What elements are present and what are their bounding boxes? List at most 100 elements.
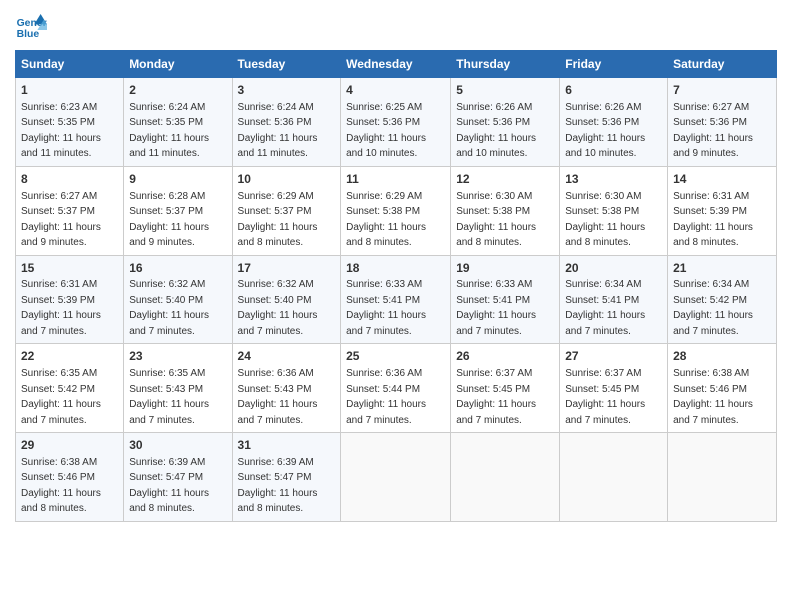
calendar-cell: 22 Sunrise: 6:35 AMSunset: 5:42 PMDaylig… [16,344,124,433]
day-number: 15 [21,260,118,277]
calendar-cell: 9 Sunrise: 6:28 AMSunset: 5:37 PMDayligh… [124,166,232,255]
day-detail: Sunrise: 6:35 AMSunset: 5:42 PMDaylight:… [21,368,101,426]
day-number: 26 [456,348,554,365]
calendar-cell: 2 Sunrise: 6:24 AMSunset: 5:35 PMDayligh… [124,78,232,167]
day-detail: Sunrise: 6:39 AMSunset: 5:47 PMDaylight:… [129,457,209,515]
calendar-cell: 12 Sunrise: 6:30 AMSunset: 5:38 PMDaylig… [451,166,560,255]
calendar-cell: 13 Sunrise: 6:30 AMSunset: 5:38 PMDaylig… [560,166,668,255]
calendar-cell: 8 Sunrise: 6:27 AMSunset: 5:37 PMDayligh… [16,166,124,255]
calendar-cell: 28 Sunrise: 6:38 AMSunset: 5:46 PMDaylig… [668,344,777,433]
header-friday: Friday [560,51,668,78]
day-number: 5 [456,82,554,99]
calendar-cell: 19 Sunrise: 6:33 AMSunset: 5:41 PMDaylig… [451,255,560,344]
calendar-header-row: SundayMondayTuesdayWednesdayThursdayFrid… [16,51,777,78]
calendar-cell: 23 Sunrise: 6:35 AMSunset: 5:43 PMDaylig… [124,344,232,433]
header-wednesday: Wednesday [341,51,451,78]
day-number: 24 [238,348,336,365]
day-detail: Sunrise: 6:32 AMSunset: 5:40 PMDaylight:… [129,279,209,337]
svg-text:Blue: Blue [17,29,40,40]
header-monday: Monday [124,51,232,78]
day-number: 4 [346,82,445,99]
day-detail: Sunrise: 6:25 AMSunset: 5:36 PMDaylight:… [346,102,426,160]
day-number: 8 [21,171,118,188]
header-saturday: Saturday [668,51,777,78]
calendar-table: SundayMondayTuesdayWednesdayThursdayFrid… [15,50,777,522]
calendar-week-3: 15 Sunrise: 6:31 AMSunset: 5:39 PMDaylig… [16,255,777,344]
day-number: 31 [238,437,336,454]
calendar-cell: 26 Sunrise: 6:37 AMSunset: 5:45 PMDaylig… [451,344,560,433]
day-number: 10 [238,171,336,188]
day-detail: Sunrise: 6:29 AMSunset: 5:38 PMDaylight:… [346,191,426,249]
calendar-cell: 31 Sunrise: 6:39 AMSunset: 5:47 PMDaylig… [232,433,341,522]
day-number: 14 [673,171,771,188]
day-number: 29 [21,437,118,454]
day-detail: Sunrise: 6:38 AMSunset: 5:46 PMDaylight:… [673,368,753,426]
day-detail: Sunrise: 6:33 AMSunset: 5:41 PMDaylight:… [456,279,536,337]
calendar-cell: 27 Sunrise: 6:37 AMSunset: 5:45 PMDaylig… [560,344,668,433]
calendar-cell: 4 Sunrise: 6:25 AMSunset: 5:36 PMDayligh… [341,78,451,167]
calendar-cell: 14 Sunrise: 6:31 AMSunset: 5:39 PMDaylig… [668,166,777,255]
day-number: 6 [565,82,662,99]
day-number: 22 [21,348,118,365]
header-tuesday: Tuesday [232,51,341,78]
day-number: 17 [238,260,336,277]
day-number: 7 [673,82,771,99]
calendar-cell: 1 Sunrise: 6:23 AMSunset: 5:35 PMDayligh… [16,78,124,167]
day-detail: Sunrise: 6:37 AMSunset: 5:45 PMDaylight:… [456,368,536,426]
calendar-cell: 10 Sunrise: 6:29 AMSunset: 5:37 PMDaylig… [232,166,341,255]
logo-icon: General Blue [15,10,47,42]
calendar-cell: 18 Sunrise: 6:33 AMSunset: 5:41 PMDaylig… [341,255,451,344]
calendar-week-2: 8 Sunrise: 6:27 AMSunset: 5:37 PMDayligh… [16,166,777,255]
day-number: 3 [238,82,336,99]
calendar-cell: 29 Sunrise: 6:38 AMSunset: 5:46 PMDaylig… [16,433,124,522]
calendar-cell: 3 Sunrise: 6:24 AMSunset: 5:36 PMDayligh… [232,78,341,167]
day-detail: Sunrise: 6:27 AMSunset: 5:37 PMDaylight:… [21,191,101,249]
day-detail: Sunrise: 6:37 AMSunset: 5:45 PMDaylight:… [565,368,645,426]
calendar-cell: 21 Sunrise: 6:34 AMSunset: 5:42 PMDaylig… [668,255,777,344]
day-detail: Sunrise: 6:32 AMSunset: 5:40 PMDaylight:… [238,279,318,337]
calendar-cell [668,433,777,522]
day-detail: Sunrise: 6:35 AMSunset: 5:43 PMDaylight:… [129,368,209,426]
day-number: 30 [129,437,226,454]
header-sunday: Sunday [16,51,124,78]
calendar-cell: 25 Sunrise: 6:36 AMSunset: 5:44 PMDaylig… [341,344,451,433]
day-detail: Sunrise: 6:23 AMSunset: 5:35 PMDaylight:… [21,102,101,160]
day-number: 9 [129,171,226,188]
day-number: 21 [673,260,771,277]
calendar-cell: 16 Sunrise: 6:32 AMSunset: 5:40 PMDaylig… [124,255,232,344]
calendar-cell: 15 Sunrise: 6:31 AMSunset: 5:39 PMDaylig… [16,255,124,344]
day-detail: Sunrise: 6:36 AMSunset: 5:43 PMDaylight:… [238,368,318,426]
day-number: 2 [129,82,226,99]
calendar-cell: 11 Sunrise: 6:29 AMSunset: 5:38 PMDaylig… [341,166,451,255]
day-detail: Sunrise: 6:24 AMSunset: 5:35 PMDaylight:… [129,102,209,160]
day-detail: Sunrise: 6:26 AMSunset: 5:36 PMDaylight:… [456,102,536,160]
day-number: 11 [346,171,445,188]
calendar-cell: 7 Sunrise: 6:27 AMSunset: 5:36 PMDayligh… [668,78,777,167]
day-number: 1 [21,82,118,99]
day-number: 23 [129,348,226,365]
day-detail: Sunrise: 6:31 AMSunset: 5:39 PMDaylight:… [21,279,101,337]
calendar-cell [451,433,560,522]
logo: General Blue [15,10,47,42]
day-detail: Sunrise: 6:27 AMSunset: 5:36 PMDaylight:… [673,102,753,160]
day-number: 27 [565,348,662,365]
day-number: 28 [673,348,771,365]
day-detail: Sunrise: 6:39 AMSunset: 5:47 PMDaylight:… [238,457,318,515]
calendar-week-1: 1 Sunrise: 6:23 AMSunset: 5:35 PMDayligh… [16,78,777,167]
day-number: 16 [129,260,226,277]
day-detail: Sunrise: 6:36 AMSunset: 5:44 PMDaylight:… [346,368,426,426]
day-number: 25 [346,348,445,365]
day-detail: Sunrise: 6:33 AMSunset: 5:41 PMDaylight:… [346,279,426,337]
day-detail: Sunrise: 6:34 AMSunset: 5:41 PMDaylight:… [565,279,645,337]
calendar-cell: 6 Sunrise: 6:26 AMSunset: 5:36 PMDayligh… [560,78,668,167]
day-detail: Sunrise: 6:30 AMSunset: 5:38 PMDaylight:… [565,191,645,249]
calendar-cell: 17 Sunrise: 6:32 AMSunset: 5:40 PMDaylig… [232,255,341,344]
day-detail: Sunrise: 6:31 AMSunset: 5:39 PMDaylight:… [673,191,753,249]
header-thursday: Thursday [451,51,560,78]
calendar-cell: 20 Sunrise: 6:34 AMSunset: 5:41 PMDaylig… [560,255,668,344]
day-detail: Sunrise: 6:24 AMSunset: 5:36 PMDaylight:… [238,102,318,160]
day-number: 20 [565,260,662,277]
calendar-week-5: 29 Sunrise: 6:38 AMSunset: 5:46 PMDaylig… [16,433,777,522]
day-number: 12 [456,171,554,188]
day-number: 13 [565,171,662,188]
